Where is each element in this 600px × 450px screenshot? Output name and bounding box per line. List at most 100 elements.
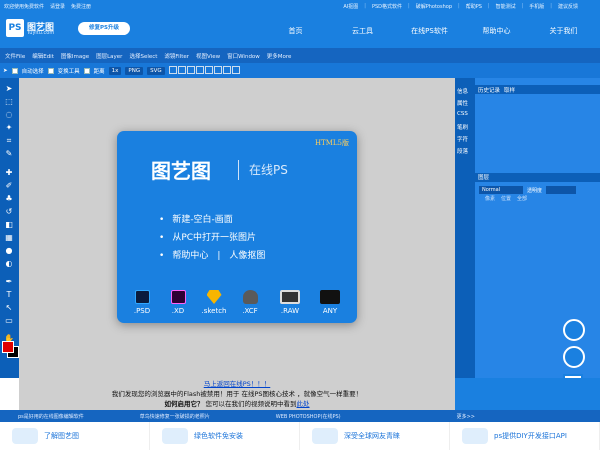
panel-tabs-strip: 信息 属性 CSS 笔刷 字符 段落 — [455, 78, 475, 378]
menu-select[interactable]: 选择Select — [129, 52, 157, 60]
eyedropper-icon[interactable]: ✎ — [4, 149, 14, 159]
transform-checkbox[interactable] — [47, 67, 54, 74]
format-xd[interactable]: .XD — [163, 290, 193, 315]
blend-mode-select[interactable]: Normal — [479, 186, 523, 194]
format-psd[interactable]: .PSD — [127, 290, 157, 315]
align-bottom-icon[interactable] — [213, 65, 222, 74]
png-button[interactable]: PNG — [125, 66, 144, 75]
menu-bar: 文件File 编辑Edit 图像Image 图层Layer 选择Select 滤… — [0, 48, 600, 63]
help-cutout-link[interactable]: 帮助中心 | 人像抠图 — [159, 247, 265, 265]
menu-view[interactable]: 视图View — [196, 52, 220, 60]
upgrade-button[interactable]: 修复PS升级 — [78, 22, 130, 35]
format-raw[interactable]: .RAW — [275, 290, 305, 315]
tab-info[interactable]: 信息 — [455, 85, 475, 97]
align-center-icon[interactable] — [177, 65, 186, 74]
menu-edit[interactable]: 编辑Edit — [32, 52, 54, 60]
nav-help-center[interactable]: 帮助中心 — [463, 20, 530, 42]
psd-software-link[interactable]: PSD格式软件 — [372, 3, 402, 11]
align-top-icon[interactable] — [195, 65, 204, 74]
crack-photoshop-link[interactable]: 破解Photoshop — [416, 3, 452, 11]
open-from-pc-link[interactable]: 从PC中打开一张图片 — [159, 229, 265, 247]
format-any-label: ANY — [322, 307, 338, 315]
phone-icon[interactable] — [563, 346, 585, 368]
stamp-icon[interactable]: ♣ — [4, 194, 14, 204]
pen-icon[interactable]: ✒ — [4, 277, 14, 287]
healing-icon[interactable]: ✚ — [4, 168, 14, 178]
lasso-icon[interactable]: ◌ — [4, 110, 14, 120]
menu-filter[interactable]: 滤镜Filter — [164, 52, 189, 60]
qq-icon[interactable] — [563, 319, 585, 341]
gimp-icon — [242, 290, 258, 304]
site-logo[interactable]: PS 图艺图 Tuyitu.com — [6, 19, 76, 39]
blur-icon[interactable]: ● — [4, 246, 14, 256]
status-item-2[interactable]: 草鸟快速修复一张破损的老照片 — [132, 413, 218, 420]
brush-icon[interactable]: ✐ — [4, 181, 14, 191]
help-ps-link[interactable]: 帮助PS — [466, 3, 482, 11]
auto-select-checkbox[interactable] — [11, 67, 18, 74]
ai-cutout-link[interactable]: AI抠图 — [343, 3, 358, 11]
zoom-select[interactable]: 1x — [108, 66, 122, 75]
distribute-v-icon[interactable] — [231, 65, 240, 74]
mobile-link[interactable]: 手机版 — [529, 3, 544, 11]
tab-css[interactable]: CSS — [455, 109, 475, 121]
menu-file[interactable]: 文件File — [5, 52, 25, 60]
feature-api-label: ps提供DIY开发接口API — [494, 432, 567, 440]
menu-image[interactable]: 图像Image — [61, 52, 89, 60]
distribute-icon[interactable] — [222, 65, 231, 74]
nav-online-ps[interactable]: 在线PS软件 — [396, 20, 463, 42]
feature-about[interactable]: 了解图艺图 — [0, 422, 150, 450]
marquee-icon[interactable]: ⬚ — [4, 97, 14, 107]
move-icon[interactable]: ➤ — [4, 84, 14, 94]
tab-paragraph[interactable]: 段落 — [455, 145, 475, 157]
feature-no-install[interactable]: 绿色软件免安装 — [150, 422, 300, 450]
lock-position[interactable]: 位置 — [501, 195, 511, 204]
status-item-3[interactable]: WEB PHOTOSHOP(在线PS) — [268, 413, 349, 420]
here-link[interactable]: 此处 — [297, 400, 310, 408]
return-online-ps-link[interactable]: 马上返回在线PS！！！ — [19, 379, 455, 389]
crop-icon[interactable]: ⌗ — [4, 136, 14, 146]
new-blank-link[interactable]: 新建-空白-画面 — [159, 211, 265, 229]
tab-history[interactable]: 历史记录 — [478, 86, 500, 94]
register-link[interactable]: 免费注册 — [71, 3, 91, 11]
lock-all[interactable]: 全部 — [517, 195, 527, 204]
login-link[interactable]: 请登录 — [50, 3, 65, 11]
format-sketch[interactable]: .sketch — [199, 290, 229, 315]
gradient-icon[interactable]: ▦ — [4, 233, 14, 243]
eraser-icon[interactable]: ◧ — [4, 220, 14, 230]
feature-footer: 了解图艺图 绿色软件免安装 深受全球网友青睐 ps提供DIY开发接口API — [0, 422, 600, 450]
menu-window[interactable]: 窗口Window — [227, 52, 260, 60]
foreground-color-swatch[interactable] — [2, 341, 14, 353]
layers-panel-header[interactable]: 图层 — [475, 173, 600, 182]
history-brush-icon[interactable]: ↺ — [4, 207, 14, 217]
align-right-icon[interactable] — [186, 65, 195, 74]
opacity-input[interactable] — [546, 186, 577, 194]
nav-about[interactable]: 关于我们 — [530, 20, 597, 42]
feedback-link[interactable]: 建议反馈 — [558, 3, 578, 11]
camera-icon — [280, 290, 300, 304]
nav-home[interactable]: 首页 — [262, 20, 329, 42]
smart-test-link[interactable]: 智能测试 — [496, 3, 516, 11]
align-middle-icon[interactable] — [204, 65, 213, 74]
feature-popular[interactable]: 深受全球网友青睐 — [300, 422, 450, 450]
feature-api[interactable]: ps提供DIY开发接口API — [450, 422, 600, 450]
more-link[interactable]: 更多>> — [449, 413, 483, 420]
tab-sample[interactable]: 取样 — [504, 86, 515, 94]
nav-cloud-tools[interactable]: 云工具 — [329, 20, 396, 42]
menu-more[interactable]: 更多More — [267, 52, 292, 60]
format-any[interactable]: ANY — [315, 290, 345, 315]
distance-checkbox[interactable] — [83, 67, 90, 74]
text-tool-icon[interactable]: T — [4, 290, 14, 300]
dodge-icon[interactable]: ◐ — [4, 259, 14, 269]
tab-character[interactable]: 字符 — [455, 133, 475, 145]
shape-icon[interactable]: ▭ — [4, 316, 14, 326]
svg-button[interactable]: SVG — [147, 66, 165, 75]
tab-brushes[interactable]: 笔刷 — [455, 121, 475, 133]
format-xcf[interactable]: .XCF — [235, 290, 265, 315]
magic-wand-icon[interactable]: ✦ — [4, 123, 14, 133]
menu-layer[interactable]: 图层Layer — [96, 52, 122, 60]
lock-pixels[interactable]: 像素 — [485, 195, 495, 204]
status-item-1[interactable]: ps是好用的在线图像编辑软件 — [0, 413, 92, 420]
tab-properties[interactable]: 属性 — [455, 97, 475, 109]
path-select-icon[interactable]: ↖ — [4, 303, 14, 313]
align-left-icon[interactable] — [168, 65, 177, 74]
